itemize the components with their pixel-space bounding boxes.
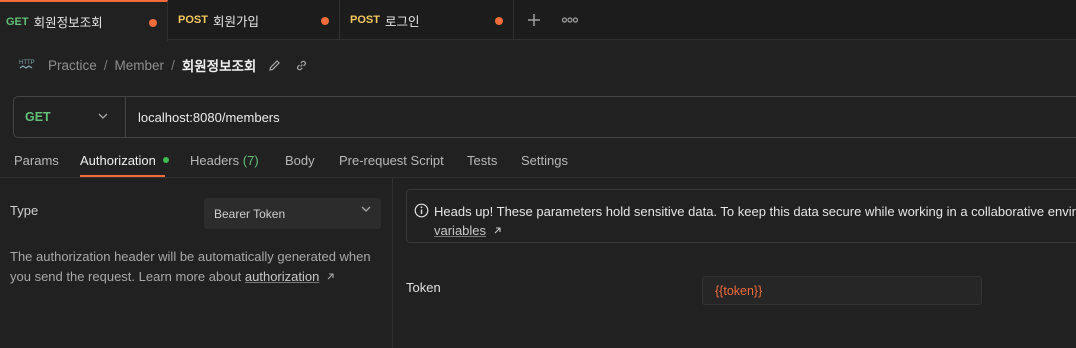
auth-description: The authorization header will be automat… (10, 247, 380, 287)
tab-method: POST (178, 14, 208, 26)
tab-name: 회원가입 (212, 14, 259, 29)
auth-type-select[interactable]: Bearer Token (204, 198, 381, 229)
variables-link[interactable]: variables (434, 223, 486, 238)
chevron-down-icon (98, 112, 108, 120)
breadcrumb-separator: / (103, 57, 108, 73)
tab-headers-label: Headers (190, 153, 240, 168)
auth-type-value: Bearer Token (214, 206, 286, 221)
tab-authorization[interactable]: Authorization (80, 153, 169, 168)
request-title[interactable]: 회원정보조회 (182, 55, 257, 75)
tab-authorization-label: Authorization (80, 153, 156, 168)
tab-body[interactable]: Body (285, 153, 315, 168)
external-link-icon (326, 272, 335, 281)
tab-name: 회원정보조회 (33, 16, 103, 30)
request-tab[interactable]: POST 로그인 (340, 0, 514, 40)
external-link-icon (493, 226, 502, 235)
http-icon: HTTP (18, 56, 36, 74)
info-icon (414, 203, 429, 218)
unsaved-dot (149, 19, 157, 27)
svg-text:HTTP: HTTP (19, 60, 35, 66)
plus-icon[interactable] (522, 8, 546, 32)
token-input[interactable]: {{token}} (702, 276, 982, 305)
auth-type-pane: Type Bearer Token The authorization head… (0, 178, 393, 348)
tab-bar: GET 회원정보조회 POST 회원가입 POST 로그인 (0, 0, 1076, 41)
tab-method: POST (350, 14, 380, 26)
active-tab-underline (80, 175, 165, 177)
tab-settings[interactable]: Settings (521, 153, 568, 168)
unsaved-dot (321, 17, 329, 25)
method-select[interactable]: GET (14, 97, 126, 137)
notice-text: Heads up! These parameters hold sensitiv… (434, 204, 1076, 219)
breadcrumb: HTTP Practice / Member / 회원정보조회 (18, 52, 308, 78)
tab-params[interactable]: Params (14, 153, 59, 168)
breadcrumb-collection[interactable]: Practice (48, 58, 97, 73)
tab-tests[interactable]: Tests (467, 153, 497, 168)
method-value: GET (25, 110, 51, 124)
token-label: Token (406, 280, 441, 295)
breadcrumb-separator: / (171, 57, 175, 73)
link-icon[interactable] (295, 59, 308, 72)
request-tabs: Params Authorization Headers (7) Body Pr… (0, 148, 1076, 178)
unsaved-dot (495, 17, 503, 25)
active-indicator-dot (162, 157, 169, 163)
tab-method: GET (6, 15, 29, 28)
url-bar: GET localhost:8080/members (13, 96, 1076, 138)
sensitive-data-notice: Heads up! These parameters hold sensitiv… (406, 189, 1076, 243)
pencil-icon[interactable] (268, 59, 281, 72)
request-tab[interactable]: POST 회원가입 (168, 0, 340, 40)
breadcrumb-folder[interactable]: Member (115, 58, 165, 73)
url-input[interactable]: localhost:8080/members (138, 110, 280, 125)
tab-name: 로그인 (384, 14, 420, 29)
authorization-link[interactable]: authorization (245, 269, 319, 284)
more-icon[interactable] (558, 8, 582, 32)
tab-prerequest-script[interactable]: Pre-request Script (339, 153, 444, 168)
headers-count: (7) (242, 153, 259, 168)
request-tab[interactable]: GET 회원정보조회 (0, 0, 168, 41)
token-value: {{token}} (715, 283, 763, 298)
type-label: Type (10, 203, 39, 218)
chevron-down-icon (361, 205, 371, 213)
tab-headers[interactable]: Headers (7) (190, 153, 259, 168)
